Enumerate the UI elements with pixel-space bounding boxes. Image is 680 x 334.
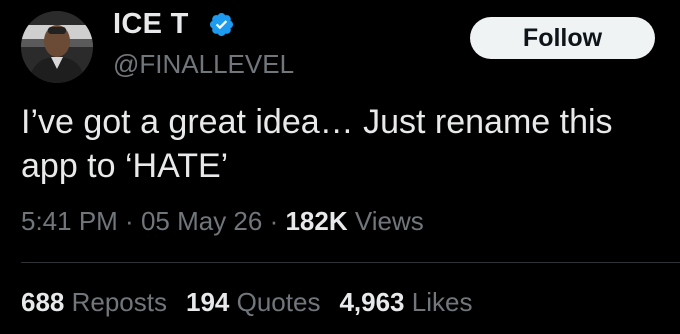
- verified-badge-icon: [209, 12, 234, 37]
- tweet-time[interactable]: 5:41 PM: [21, 206, 118, 236]
- tweet-text: I’ve got a great idea… Just rename this …: [21, 103, 613, 185]
- display-name[interactable]: ICE T: [113, 7, 189, 41]
- reposts-count: 688: [21, 287, 65, 317]
- reposts-stat[interactable]: 688 Reposts: [21, 287, 167, 317]
- likes-label: Likes: [404, 287, 473, 317]
- reposts-label: Reposts: [64, 287, 167, 317]
- tweet-date[interactable]: 05 May 26: [141, 206, 262, 236]
- quotes-stat[interactable]: 194 Quotes: [186, 287, 320, 317]
- avatar[interactable]: [21, 11, 93, 83]
- tweet-card: ICE T @FINALLEVEL Follow I’ve got a grea…: [0, 0, 680, 334]
- views-count[interactable]: 182K: [285, 206, 347, 236]
- views-label[interactable]: Views: [348, 206, 424, 236]
- quotes-count: 194: [186, 287, 230, 317]
- divider: [21, 262, 680, 263]
- likes-count: 4,963: [339, 287, 405, 317]
- quotes-label: Quotes: [229, 287, 321, 317]
- meta-separator: ·: [262, 206, 286, 236]
- author-handle[interactable]: @FINALLEVEL: [113, 49, 294, 79]
- tweet-stats: 688 Reposts 194 Quotes 4,963 Likes: [21, 286, 491, 318]
- follow-button[interactable]: Follow: [470, 17, 655, 59]
- meta-separator: ·: [117, 206, 141, 236]
- tweet-meta: 5:41 PM · 05 May 26 · 182K Views: [21, 205, 424, 237]
- likes-stat[interactable]: 4,963 Likes: [339, 287, 472, 317]
